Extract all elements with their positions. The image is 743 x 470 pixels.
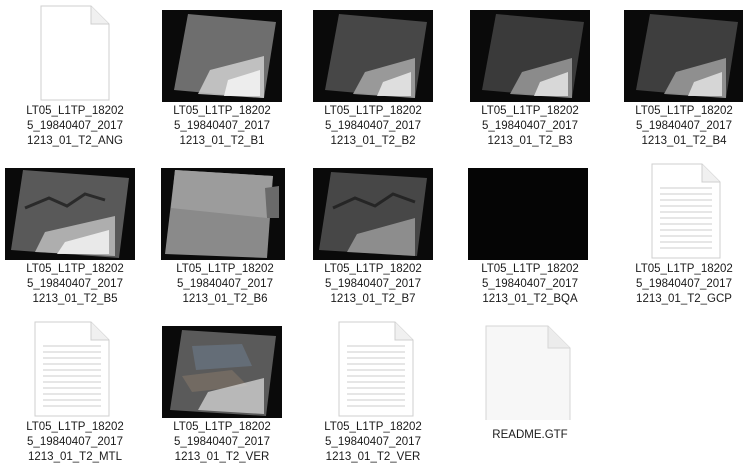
file-item-readme[interactable]: README.GTF — [460, 316, 600, 466]
file-item-gcp[interactable]: LT05_L1TP_18202 5_19840407_2017 1213_01_… — [614, 158, 743, 308]
file-item-b4[interactable]: LT05_L1TP_18202 5_19840407_2017 1213_01_… — [614, 0, 743, 150]
text-document-icon — [5, 316, 145, 420]
file-item-b7[interactable]: LT05_L1TP_18202 5_19840407_2017 1213_01_… — [303, 158, 443, 308]
file-name: LT05_L1TP_18202 5_19840407_2017 1213_01_… — [635, 105, 733, 147]
file-item-b6[interactable]: LT05_L1TP_18202 5_19840407_2017 1213_01_… — [155, 158, 295, 308]
file-item-ver-text[interactable]: LT05_L1TP_18202 5_19840407_2017 1213_01_… — [303, 316, 443, 466]
file-name: LT05_L1TP_18202 5_19840407_2017 1213_01_… — [324, 263, 422, 305]
satellite-image-icon — [460, 158, 600, 262]
file-item-ver-image[interactable]: LT05_L1TP_18202 5_19840407_2017 1213_01_… — [152, 316, 292, 466]
file-item-mtl[interactable]: LT05_L1TP_18202 5_19840407_2017 1213_01_… — [5, 316, 145, 466]
text-document-icon — [303, 316, 443, 420]
file-name: LT05_L1TP_18202 5_19840407_2017 1213_01_… — [26, 421, 124, 463]
file-name: LT05_L1TP_18202 5_19840407_2017 1213_01_… — [173, 105, 271, 147]
satellite-image-icon — [5, 158, 145, 262]
satellite-image-icon — [460, 0, 600, 104]
satellite-image-icon — [614, 0, 743, 104]
file-name: LT05_L1TP_18202 5_19840407_2017 1213_01_… — [324, 421, 422, 463]
satellite-image-icon — [303, 158, 443, 262]
file-item-bqa[interactable]: LT05_L1TP_18202 5_19840407_2017 1213_01_… — [460, 158, 600, 308]
blank-file-icon — [460, 316, 600, 420]
file-item-b1[interactable]: LT05_L1TP_18202 5_19840407_2017 1213_01_… — [152, 0, 292, 150]
satellite-image-icon — [152, 0, 292, 104]
file-name: LT05_L1TP_18202 5_19840407_2017 1213_01_… — [26, 263, 124, 305]
text-document-icon — [614, 158, 743, 262]
file-name: LT05_L1TP_18202 5_19840407_2017 1213_01_… — [481, 263, 579, 305]
text-document-icon — [5, 0, 145, 104]
file-name: LT05_L1TP_18202 5_19840407_2017 1213_01_… — [176, 263, 274, 305]
file-item-b3[interactable]: LT05_L1TP_18202 5_19840407_2017 1213_01_… — [460, 0, 600, 150]
file-name: README.GTF — [492, 429, 568, 441]
file-grid: LT05_L1TP_18202 5_19840407_2017 1213_01_… — [0, 0, 743, 470]
satellite-image-icon — [303, 0, 443, 104]
file-item-ang[interactable]: LT05_L1TP_18202 5_19840407_2017 1213_01_… — [5, 0, 145, 150]
file-name: LT05_L1TP_18202 5_19840407_2017 1213_01_… — [481, 105, 579, 147]
satellite-image-icon — [155, 158, 295, 262]
file-name: LT05_L1TP_18202 5_19840407_2017 1213_01_… — [635, 263, 733, 305]
file-item-b2[interactable]: LT05_L1TP_18202 5_19840407_2017 1213_01_… — [303, 0, 443, 150]
file-name: LT05_L1TP_18202 5_19840407_2017 1213_01_… — [26, 105, 124, 147]
file-item-b5[interactable]: LT05_L1TP_18202 5_19840407_2017 1213_01_… — [5, 158, 145, 308]
satellite-image-icon — [152, 316, 292, 420]
file-name: LT05_L1TP_18202 5_19840407_2017 1213_01_… — [324, 105, 422, 147]
file-name: LT05_L1TP_18202 5_19840407_2017 1213_01_… — [173, 421, 271, 463]
